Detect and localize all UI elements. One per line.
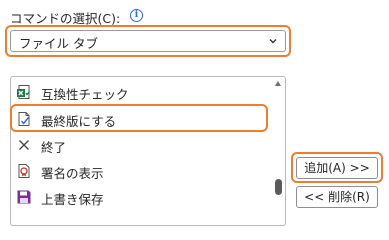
list-item-label: 互換性チェック bbox=[41, 87, 129, 102]
list-item-label: 終了 bbox=[41, 140, 67, 155]
list-item-close[interactable]: 終了 bbox=[11, 132, 273, 158]
remove-button[interactable]: << 削除(R) bbox=[296, 186, 378, 208]
mark-as-final-icon bbox=[18, 112, 30, 126]
scroll-up-arrow-icon[interactable] bbox=[275, 81, 281, 86]
info-icon[interactable]: i bbox=[130, 9, 143, 22]
save-icon bbox=[17, 190, 31, 204]
list-item-compatibility-checker[interactable]: 互換性チェック bbox=[11, 79, 273, 105]
close-icon bbox=[19, 140, 29, 150]
choose-commands-dropdown[interactable]: ファイル タブ bbox=[10, 30, 286, 52]
list-item-mark-as-final[interactable]: 最終版にする bbox=[11, 106, 273, 132]
list-scrollbar[interactable] bbox=[274, 79, 283, 223]
scroll-thumb[interactable] bbox=[275, 179, 282, 195]
compatibility-checker-icon bbox=[17, 85, 30, 99]
choose-commands-label: コマンドの選択(C): bbox=[10, 11, 121, 26]
list-item-label: 上書き保存 bbox=[41, 192, 104, 207]
dropdown-selected-value: ファイル タブ bbox=[19, 36, 98, 51]
command-listbox[interactable]: 互換性チェック 最終版にする 終了 署名の表示 上書き保存 bbox=[10, 76, 286, 226]
list-item-view-signatures[interactable]: 署名の表示 bbox=[11, 158, 273, 184]
list-item-label: 署名の表示 bbox=[41, 166, 104, 181]
quick-access-customize-panel: コマンドの選択(C): i ファイル タブ 互換性チェック 最終版にする 終了 … bbox=[0, 0, 389, 226]
list-item-label: 最終版にする bbox=[41, 114, 117, 129]
add-button[interactable]: 追加(A) >> bbox=[296, 157, 378, 179]
chevron-down-icon bbox=[269, 39, 277, 44]
view-signatures-icon bbox=[18, 164, 30, 178]
list-item-save[interactable]: 上書き保存 bbox=[11, 184, 273, 210]
